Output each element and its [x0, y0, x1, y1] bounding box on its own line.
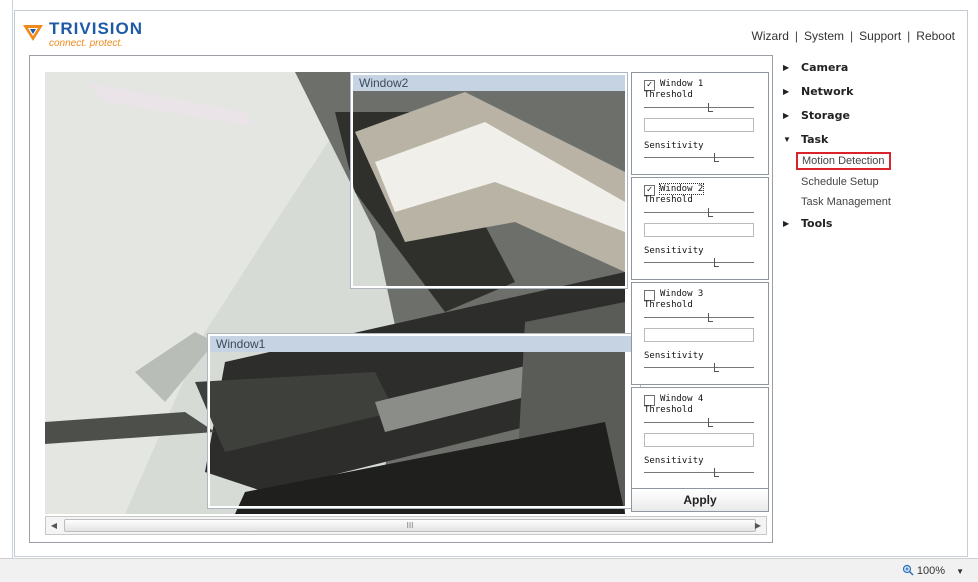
- nav-separator: |: [794, 29, 798, 43]
- window-panel-2: ✓ Window 2 Threshold Sensitivity: [631, 177, 769, 280]
- page-container: TRIVISION connect. protect. Wizard | Syste…: [14, 10, 968, 557]
- nav-separator: |: [907, 29, 911, 43]
- brand-tagline: connect. protect.: [49, 38, 123, 49]
- detection-window-1[interactable]: Window1: [208, 334, 640, 508]
- sensitivity-label: Sensitivity: [644, 351, 704, 361]
- sensitivity-label: Sensitivity: [644, 456, 704, 466]
- threshold-label: Threshold: [644, 300, 693, 310]
- collapsed-arrow-icon: ▶: [783, 111, 790, 120]
- magnifier-icon: [902, 564, 914, 576]
- sensitivity-label: Sensitivity: [644, 246, 704, 256]
- window-4-sensitivity-slider[interactable]: [644, 468, 754, 478]
- sidebar-subitem-motion-detection[interactable]: Motion Detection: [796, 152, 891, 170]
- brand-name: TRIVISION: [49, 19, 144, 38]
- scroll-right-icon[interactable]: ▶: [750, 517, 766, 534]
- brand-logo[interactable]: TRIVISION connect. protect.: [21, 17, 161, 51]
- threshold-label: Threshold: [644, 405, 693, 415]
- detection-window-2[interactable]: Window2: [351, 73, 627, 288]
- window-3-threshold-slider[interactable]: [644, 313, 754, 323]
- nav-support-link[interactable]: Support: [859, 29, 901, 43]
- window-3-label: Window 3: [660, 289, 704, 299]
- window-panel-1: ✓ Window 1 Threshold Sensitivity: [631, 72, 769, 175]
- window-4-threshold-slider[interactable]: [644, 418, 754, 428]
- detection-window-2-title[interactable]: Window2: [353, 75, 625, 91]
- sidebar-item-label: Tools: [801, 217, 833, 230]
- window-3-level-bar: [644, 328, 754, 342]
- motion-viewer: Window2 Window1 ✓ Window 1 Threshold Sen…: [29, 55, 773, 543]
- collapsed-arrow-icon: ▶: [783, 219, 790, 228]
- nav-reboot-link[interactable]: Reboot: [916, 29, 955, 43]
- detection-window-1-title[interactable]: Window1: [210, 336, 638, 352]
- window-4-label: Window 4: [660, 394, 704, 404]
- collapsed-arrow-icon: ▶: [783, 87, 790, 96]
- collapsed-arrow-icon: ▶: [783, 63, 790, 72]
- nav-wizard-link[interactable]: Wizard: [752, 29, 789, 43]
- window-1-sensitivity-slider[interactable]: [644, 153, 754, 163]
- threshold-label: Threshold: [644, 195, 693, 205]
- sidebar-item-label: Camera: [801, 61, 849, 74]
- sidebar-item-label: Task: [801, 133, 829, 146]
- expanded-arrow-icon: ▼: [783, 135, 791, 144]
- sidebar-item-label: Network: [801, 85, 854, 98]
- logo-mark-icon: [23, 25, 43, 41]
- scroll-thumb[interactable]: III: [64, 519, 756, 532]
- nav-system-link[interactable]: System: [804, 29, 844, 43]
- window-panel-4: Window 4 Threshold Sensitivity: [631, 387, 769, 490]
- left-frame-edge: [0, 0, 13, 581]
- horizontal-scrollbar[interactable]: ◀ III ▶: [45, 516, 767, 535]
- threshold-label: Threshold: [644, 90, 693, 100]
- sidebar-item-label: Storage: [801, 109, 850, 122]
- window-1-threshold-slider[interactable]: [644, 103, 754, 113]
- zoom-dropdown-icon[interactable]: ▼: [956, 567, 964, 576]
- top-navigation: Wizard | System | Support | Reboot: [752, 29, 955, 43]
- apply-button[interactable]: Apply: [631, 488, 769, 512]
- sidebar-subitem-schedule-setup[interactable]: Schedule Setup: [801, 176, 879, 188]
- sensitivity-label: Sensitivity: [644, 141, 704, 151]
- window-2-sensitivity-slider[interactable]: [644, 258, 754, 268]
- window-2-label: Window 2: [658, 183, 705, 195]
- zoom-control[interactable]: 100% ▼: [902, 564, 964, 577]
- nav-separator: |: [850, 29, 854, 43]
- zoom-level: 100%: [916, 565, 946, 577]
- window-1-level-bar: [644, 118, 754, 132]
- sidebar-subitem-task-management[interactable]: Task Management: [801, 196, 891, 208]
- scroll-left-icon[interactable]: ◀: [46, 517, 62, 534]
- browser-status-bar: 100% ▼: [0, 558, 978, 582]
- window-2-level-bar: [644, 223, 754, 237]
- window-2-threshold-slider[interactable]: [644, 208, 754, 218]
- window-4-level-bar: [644, 433, 754, 447]
- window-1-label: Window 1: [660, 79, 704, 89]
- window-panel-3: Window 3 Threshold Sensitivity: [631, 282, 769, 385]
- window-3-sensitivity-slider[interactable]: [644, 363, 754, 373]
